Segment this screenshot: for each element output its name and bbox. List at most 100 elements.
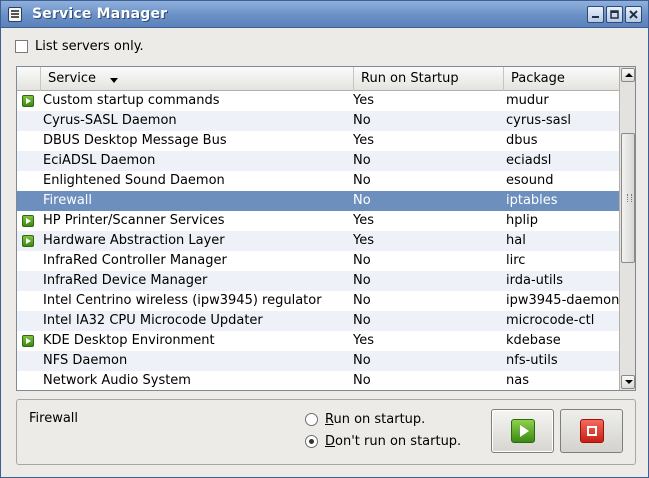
dont-run-on-startup-radio[interactable] xyxy=(305,435,318,448)
row-run-on-startup: No xyxy=(353,113,371,128)
row-run-on-startup: No xyxy=(353,293,371,308)
dont-run-on-startup-label: Don't run on startup. xyxy=(325,434,462,449)
run-on-startup-radio[interactable] xyxy=(305,413,318,426)
scrollbar-thumb[interactable] xyxy=(621,133,635,263)
table-row[interactable]: EciADSL Daemon No eciadsl xyxy=(17,151,620,171)
row-run-on-startup: No xyxy=(353,313,371,328)
vertical-scrollbar[interactable] xyxy=(619,67,635,390)
row-service-name: InfraRed Device Manager xyxy=(43,273,208,288)
column-header-service[interactable]: Service xyxy=(40,67,353,91)
row-package: hal xyxy=(506,233,526,248)
minimize-icon xyxy=(592,16,599,18)
scroll-down-button[interactable] xyxy=(621,375,635,389)
row-service-name: Enlightened Sound Daemon xyxy=(43,173,225,188)
row-service-name: HP Printer/Scanner Services xyxy=(43,213,225,228)
table-row[interactable]: Cyrus-SASL Daemon No cyrus-sasl xyxy=(17,111,620,131)
table-row[interactable]: Network Audio System No nas xyxy=(17,371,620,390)
service-list[interactable]: Service Run on Startup Package Custom st… xyxy=(16,66,636,391)
row-service-name: Intel Centrino wireless (ipw3945) regula… xyxy=(43,293,322,308)
list-servers-only-option[interactable]: List servers only. xyxy=(15,39,144,54)
table-row[interactable]: InfraRed Controller Manager No lirc xyxy=(17,251,620,271)
row-run-on-startup: No xyxy=(353,253,371,268)
row-run-on-startup: No xyxy=(353,273,371,288)
run-on-startup-label: Run on startup. xyxy=(325,412,426,427)
row-package: microcode-ctl xyxy=(506,313,595,328)
row-status-cell xyxy=(17,291,40,311)
row-service-name: DBUS Desktop Message Bus xyxy=(43,133,227,148)
sort-descending-icon xyxy=(110,78,118,83)
row-service-name: KDE Desktop Environment xyxy=(43,333,215,348)
row-package: cyrus-sasl xyxy=(506,113,572,128)
row-service-name: Cyrus-SASL Daemon xyxy=(43,113,177,128)
stop-icon xyxy=(579,419,604,443)
column-header-service-label: Service xyxy=(48,71,97,86)
table-row[interactable]: KDE Desktop Environment Yes kdebase xyxy=(17,331,620,351)
row-status-cell xyxy=(17,311,40,331)
row-service-name: EciADSL Daemon xyxy=(43,153,156,168)
row-status-cell xyxy=(17,191,40,211)
row-run-on-startup: Yes xyxy=(353,213,374,228)
row-status-cell xyxy=(17,111,40,131)
table-row[interactable]: Intel IA32 CPU Microcode Updater No microc… xyxy=(17,311,620,331)
column-header-status[interactable] xyxy=(17,67,40,91)
row-package: lirc xyxy=(506,253,526,268)
row-service-name: Network Audio System xyxy=(43,373,191,388)
running-icon xyxy=(22,335,34,347)
maximize-button[interactable] xyxy=(606,6,623,23)
row-status-cell xyxy=(17,271,40,291)
table-row[interactable]: HP Printer/Scanner Services Yes hplip xyxy=(17,211,620,231)
row-run-on-startup: Yes xyxy=(353,93,374,108)
row-package: iptables xyxy=(506,193,558,208)
table-row[interactable]: Intel Centrino wireless (ipw3945) regula… xyxy=(17,291,620,311)
row-run-on-startup: No xyxy=(353,173,371,188)
row-package: eciadsl xyxy=(506,153,552,168)
app-icon xyxy=(8,7,22,22)
row-package: kdebase xyxy=(506,333,561,348)
table-row[interactable]: Hardware Abstraction Layer Yes hal xyxy=(17,231,620,251)
row-service-name: Intel IA32 CPU Microcode Updater xyxy=(43,313,263,328)
row-package: ipw3945-daemon xyxy=(506,293,620,308)
running-icon xyxy=(22,95,34,107)
row-run-on-startup: No xyxy=(353,193,371,208)
row-package: esound xyxy=(506,173,554,188)
list-header: Service Run on Startup Package xyxy=(17,67,620,91)
running-icon xyxy=(22,215,34,227)
table-row[interactable]: Firewall No iptables xyxy=(17,191,620,211)
run-on-startup-option[interactable]: Run on startup. xyxy=(305,412,425,427)
row-status-cell xyxy=(17,331,40,351)
row-service-name: Hardware Abstraction Layer xyxy=(43,233,225,248)
row-status-cell xyxy=(17,171,40,191)
row-package: mudur xyxy=(506,93,549,108)
list-servers-only-checkbox[interactable] xyxy=(15,40,28,53)
table-row[interactable]: InfraRed Device Manager No irda-utils xyxy=(17,271,620,291)
title-bar[interactable]: Service Manager xyxy=(1,1,648,28)
row-status-cell xyxy=(17,251,40,271)
row-status-cell xyxy=(17,211,40,231)
selected-service-name: Firewall xyxy=(29,411,79,426)
column-header-package[interactable]: Package xyxy=(503,67,620,91)
table-row[interactable]: Enlightened Sound Daemon No esound xyxy=(17,171,620,191)
close-button[interactable] xyxy=(625,6,642,23)
row-service-name: Firewall xyxy=(43,193,93,208)
row-service-name: InfraRed Controller Manager xyxy=(43,253,227,268)
scroll-up-button[interactable] xyxy=(621,68,635,82)
table-row[interactable]: Custom startup commands Yes mudur xyxy=(17,91,620,111)
table-row[interactable]: DBUS Desktop Message Bus Yes dbus xyxy=(17,131,620,151)
stop-service-button[interactable] xyxy=(560,409,623,453)
row-status-cell xyxy=(17,231,40,251)
row-status-cell xyxy=(17,151,40,171)
row-package: dbus xyxy=(506,133,538,148)
row-package: irda-utils xyxy=(506,273,563,288)
play-icon xyxy=(510,419,535,443)
row-run-on-startup: Yes xyxy=(353,333,374,348)
service-manager-window: Service Manager List servers only. Servi… xyxy=(0,0,649,478)
maximize-icon xyxy=(610,10,619,19)
row-package: nfs-utils xyxy=(506,353,558,368)
start-service-button[interactable] xyxy=(491,409,554,453)
column-header-run-on-startup[interactable]: Run on Startup xyxy=(353,67,503,91)
row-run-on-startup: No xyxy=(353,153,371,168)
table-row[interactable]: NFS Daemon No nfs-utils xyxy=(17,351,620,371)
row-package: hplip xyxy=(506,213,538,228)
minimize-button[interactable] xyxy=(587,6,604,23)
dont-run-on-startup-option[interactable]: Don't run on startup. xyxy=(305,434,461,449)
